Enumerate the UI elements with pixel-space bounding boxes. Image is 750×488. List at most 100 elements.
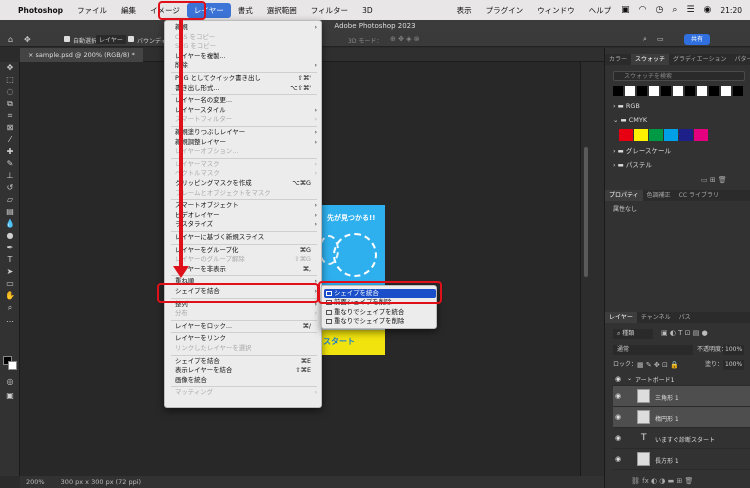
frame-tool-icon[interactable]: ⊠ [0,122,20,134]
swatch[interactable] [649,86,659,96]
tab-cc-libraries[interactable]: CC ライブラリ [675,190,723,201]
blur-tool-icon[interactable]: 💧 [0,218,20,230]
swatch[interactable] [613,86,623,96]
quick-mask-icon[interactable]: ◎ [0,376,20,388]
3d-tools-icon[interactable]: ⊕ ✥ ◈ ⊗ [390,35,420,43]
type-tool-icon[interactable]: T [0,254,20,266]
layer-menu-item[interactable]: スマートオブジェクト › [165,201,323,211]
lasso-tool-icon[interactable]: ◌ [0,86,20,98]
layer-menu-item[interactable]: 表示レイヤーを結合 ⇧⌘E [165,366,323,376]
swatch-actions-icon[interactable]: ▭ ⊞ 🗑 [701,176,727,184]
swatch[interactable] [625,86,635,96]
object-select-icon[interactable]: ⧉ [0,98,20,110]
menu-help[interactable]: ヘルプ [582,5,619,16]
tab-paths[interactable]: パス [675,312,695,323]
layer-menu-item[interactable]: レイヤーに基づく新規スライス [165,233,323,243]
screen-mode-icon[interactable]: ▣ [0,390,20,402]
layer-menu-item[interactable]: ラスタライズ › [165,220,323,230]
fill-value[interactable]: 100% [723,360,745,370]
blend-mode-select[interactable]: 通常 [613,345,693,355]
zoom-level[interactable]: 200% [26,478,45,486]
layer-menu-item[interactable]: PNG としてクイック書き出し ⇧⌘' [165,74,323,84]
swatch[interactable] [709,86,719,96]
tab-color[interactable]: カラー [605,54,631,65]
layer-menu-item[interactable]: クリッピングマスクを作成 ⌥⌘G [165,179,323,189]
vertical-scrollbar[interactable] [580,62,604,476]
swatch[interactable] [649,129,663,141]
swatch[interactable] [637,86,647,96]
layer-row-rectangle[interactable]: ◉ 長方形 1 [613,449,750,470]
tab-gradients[interactable]: グラディエーション [669,54,730,65]
swatch[interactable] [673,86,683,96]
swatch[interactable] [733,86,743,96]
stamp-tool-icon[interactable]: ⊥ [0,170,20,182]
swatch[interactable] [634,129,648,141]
layer-row-artboard[interactable]: ◉ ⌄ アートボード1 [613,372,750,386]
layer-menu-item[interactable]: レイヤーをロック... ⌘/ [165,322,323,332]
layer-menu-item[interactable]: 新規調整レイヤー › [165,138,323,148]
hand-tool-icon[interactable]: ✋ [0,290,20,302]
artboard[interactable]: 先が見つかる!! スタート [313,205,385,355]
eye-icon[interactable]: ◉ [615,375,621,383]
brush-tool-icon[interactable]: ✎ [0,158,20,170]
swatch[interactable] [694,129,708,141]
menu-view[interactable]: 表示 [450,5,479,16]
swatch-search-input[interactable]: スウォッチを検索 [613,71,745,81]
menu-plugins[interactable]: プラグイン [479,5,531,16]
workspace-icon[interactable]: ▭ [657,35,664,43]
swatch[interactable] [619,129,633,141]
more-tools-icon[interactable]: … [0,314,20,326]
swatch-folder-rgb[interactable]: › ▬ RGB [613,101,640,111]
swatch-folder-grayscale[interactable]: › ▬ グレースケール [613,146,671,156]
disclosure-icon[interactable]: ⌄ [627,375,632,382]
layer-menu-item[interactable]: シェイプを結合 ⌘E [165,357,323,367]
control-center-icon[interactable]: ☰ [686,5,694,15]
close-icon[interactable]: × [28,51,36,59]
menu-app-photoshop[interactable]: Photoshop [16,6,70,15]
scrollbar-thumb[interactable] [584,147,588,277]
tab-layers[interactable]: レイヤー [605,312,637,323]
layer-menu-item[interactable]: レイヤーをグループ化 ⌘G [165,246,323,256]
shape-tool-icon[interactable]: ▭ [0,278,20,290]
bounding-checkbox[interactable] [128,36,134,42]
swatch-folder-pastel[interactable]: › ▬ パステル [613,160,652,170]
home-icon[interactable]: ⌂ [8,35,13,44]
move-tool-icon[interactable]: ✥ [0,62,20,74]
document-tab[interactable]: × sample.psd @ 200% (RGB/8) * [20,48,143,62]
path-select-icon[interactable]: ➤ [0,266,20,278]
layer-row-ellipse[interactable]: ◉ 楕円形 1 [613,407,750,428]
menu-window[interactable]: ウィンドウ [530,5,582,16]
history-brush-icon[interactable]: ↺ [0,182,20,194]
crop-tool-icon[interactable]: ⌗ [0,110,20,122]
tab-adjustments[interactable]: 色調補正 [643,190,675,201]
zoom-tool-icon[interactable]: ⌕ [0,302,20,314]
layer-menu-item[interactable]: 新規› [165,23,323,33]
search-icon[interactable]: ⌕ [672,5,677,15]
submenu-intersect-shapes[interactable]: 重なりでシェイプを統合 [324,308,436,317]
swatch[interactable] [664,129,678,141]
tab-properties[interactable]: プロパティ [605,190,643,201]
swatch[interactable] [721,86,731,96]
menu-3d[interactable]: 3D [355,6,380,15]
layer-row-triangle[interactable]: ◉ 三角形 1 [613,386,750,407]
menu-select[interactable]: 選択範囲 [260,5,304,16]
eye-icon[interactable]: ◉ [615,413,621,421]
auto-select-checkbox[interactable] [64,36,70,42]
menu-edit[interactable]: 編集 [114,5,143,16]
swatch[interactable] [697,86,707,96]
background-color-swatch[interactable] [8,361,17,370]
layer-menu-item[interactable]: レイヤー名の変更... [165,96,323,106]
siri-icon[interactable]: ◉ [704,5,712,15]
status-icon[interactable]: ▣ [621,5,630,15]
dodge-tool-icon[interactable]: ● [0,230,20,242]
layer-filter-icons[interactable]: ▣ ◐ T ⊡ ▤ ● [661,329,708,337]
layer-menu-item[interactable]: レイヤーをリンク [165,334,323,344]
auto-select-target[interactable]: レイヤー [96,35,126,44]
swatch-folder-cmyk[interactable]: ⌄ ▬ CMYK [613,115,647,125]
layer-menu-item[interactable]: 書き出し形式... ⌥⇧⌘' [165,84,323,94]
layer-menu-item[interactable]: レイヤースタイル › [165,106,323,116]
submenu-exclude-overlap[interactable]: 重なりでシェイプを削除 [324,317,436,326]
eraser-icon[interactable]: ▱ [0,194,20,206]
eye-icon[interactable]: ◉ [615,392,621,400]
time-machine-icon[interactable]: ◷ [656,5,664,15]
